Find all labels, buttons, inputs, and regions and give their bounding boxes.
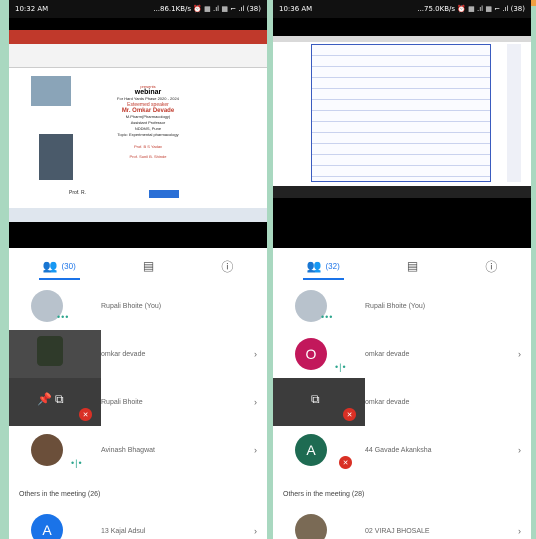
chat-icon: ▤ (142, 259, 155, 273)
chat-icon: ▤ (406, 259, 419, 273)
status-bar: 10:32 AM ...86.1KB/s ⏰ ▦ .ıl ▦ ⌐ .ıl (38… (9, 0, 267, 18)
people-count: (32) (325, 261, 340, 271)
slide-footer: Prof. R. (69, 190, 86, 196)
others-section-title: Others in the meeting (28) (283, 491, 365, 498)
avatar-initial: O (305, 346, 317, 362)
avatar: A (31, 514, 63, 539)
people-icon: 👥 (306, 259, 322, 273)
taskbar (9, 208, 267, 222)
participant-name: 02 VIRAJ BHOSALE (365, 528, 430, 535)
share-button[interactable] (149, 190, 179, 198)
participant-row[interactable]: ••• Rupali Bhoite (You) (273, 282, 531, 330)
status-icons: ...75.0KB/s ⏰ ▦ .ıl ▦ ⌐ .ıl (38) (417, 5, 525, 13)
avatar (31, 434, 63, 466)
participant-row[interactable]: omkar devade › (9, 330, 267, 378)
present-icon[interactable]: ⧉ (311, 392, 320, 407)
speaking-indicator: •|• (71, 458, 83, 468)
participant-name: omkar devade (365, 398, 410, 406)
tab-chat[interactable]: ▤ (143, 252, 154, 280)
participant-name: 13 Kajal Adsul (101, 528, 146, 535)
tab-people[interactable]: 👥 (30) (38, 252, 80, 280)
mute-icon: ✕ (339, 456, 352, 469)
left-screenshot: 10:32 AM ...86.1KB/s ⏰ ▦ .ıl ▦ ⌐ .ıl (38… (9, 0, 267, 539)
avatar-initial: A (42, 522, 52, 538)
tab-info[interactable]: ⓘ (485, 252, 497, 280)
others-section-title: Others in the meeting (26) (19, 491, 101, 498)
avatar-initial: A (306, 442, 316, 458)
chevron-right-icon[interactable]: › (254, 397, 257, 407)
participant-row[interactable]: ⧉ ✕ omkar devade (273, 378, 531, 426)
participant-name: Rupali Bhoite (101, 398, 143, 406)
shared-screen[interactable] (273, 18, 531, 248)
presentation-window: presents webinar For Hard Yards Phase 20… (9, 30, 267, 208)
slide-line11: Prof. Sunil B. Shinde (129, 154, 167, 159)
slide-line10: Prof. B S Yadav (133, 144, 163, 149)
participant-row[interactable]: A 13 Kajal Adsul › (9, 508, 267, 539)
participant-row[interactable]: ••• Rupali Bhoite (You) (9, 282, 267, 330)
chevron-right-icon[interactable]: › (518, 445, 521, 455)
slide-line9: Topic: Experimental pharmacology (117, 132, 179, 137)
speaker-photo (39, 134, 73, 180)
video-tile: ⧉ ✕ (273, 378, 365, 426)
video-tile (9, 330, 101, 378)
form-table (311, 44, 491, 182)
participant-row[interactable]: 📌 ⧉ ✕ Rupali Bhoite › (9, 378, 267, 426)
participant-name: Avinash Bhagwat (101, 446, 155, 454)
mute-icon: ✕ (343, 408, 356, 421)
mute-icon: ✕ (79, 408, 92, 421)
participant-name: Rupali Bhoite (You) (365, 302, 426, 310)
status-time: 10:36 AM (279, 5, 313, 13)
taskbar (273, 186, 531, 198)
participant-name: omkar devade (101, 350, 146, 358)
status-time: 10:32 AM (15, 5, 49, 13)
tab-info[interactable]: ⓘ (221, 252, 233, 280)
participant-row[interactable]: •|• Avinash Bhagwat › (9, 426, 267, 474)
speaking-indicator: ••• (57, 312, 70, 322)
people-count: (30) (61, 261, 76, 271)
meeting-tabs: 👥 (30) ▤ ⓘ (9, 252, 267, 280)
speaking-indicator: •|• (335, 362, 347, 372)
participant-name: omkar devade (365, 350, 410, 358)
participant-row[interactable]: 02 VIRAJ BHOSALE › (273, 508, 531, 539)
participant-name: Rupali Bhoite (You) (101, 302, 162, 310)
info-icon: ⓘ (221, 259, 234, 274)
tab-chat[interactable]: ▤ (407, 252, 418, 280)
shared-screen[interactable]: presents webinar For Hard Yards Phase 20… (9, 18, 267, 248)
college-photo (31, 76, 71, 106)
video-tile: 📌 ⧉ ✕ (9, 378, 101, 426)
pin-icon[interactable]: 📌 (37, 392, 52, 406)
chevron-right-icon[interactable]: › (518, 349, 521, 359)
participant-row[interactable]: O •|• omkar devade › (273, 330, 531, 378)
avatar (295, 514, 327, 539)
participant-name: 44 Gavade Akanksha (365, 446, 432, 454)
present-icon[interactable]: ⧉ (55, 392, 64, 407)
speaking-indicator: ••• (321, 312, 334, 322)
tab-people[interactable]: 👥 (32) (302, 252, 344, 280)
participant-row[interactable]: A ✕ 44 Gavade Akanksha › (273, 426, 531, 474)
spreadsheet-window (273, 36, 531, 186)
chevron-right-icon[interactable]: › (254, 445, 257, 455)
status-bar: 10:36 AM ...75.0KB/s ⏰ ▦ .ıl ▦ ⌐ .ıl (38… (273, 0, 531, 18)
info-icon: ⓘ (485, 259, 498, 274)
meeting-tabs: 👥 (32) ▤ ⓘ (273, 252, 531, 280)
chevron-right-icon[interactable]: › (518, 526, 521, 536)
right-screenshot: 10:36 AM ...75.0KB/s ⏰ ▦ .ıl ▦ ⌐ .ıl (38… (273, 0, 531, 539)
avatar: A (295, 434, 327, 466)
chevron-right-icon[interactable]: › (254, 349, 257, 359)
avatar: O (295, 338, 327, 370)
people-icon: 👥 (42, 259, 58, 273)
status-icons: ...86.1KB/s ⏰ ▦ .ıl ▦ ⌐ .ıl (38) (153, 5, 261, 13)
chevron-right-icon[interactable]: › (254, 526, 257, 536)
